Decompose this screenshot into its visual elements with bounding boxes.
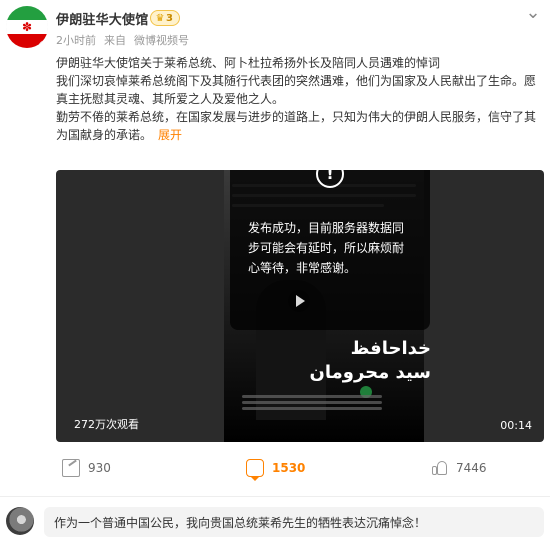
account-name[interactable]: 伊朗驻华大使馆 bbox=[56, 9, 148, 28]
post-time: 2小时前 bbox=[56, 34, 96, 47]
share-button[interactable]: 930 bbox=[62, 452, 111, 484]
comment-text: 作为一个普通中国公民，我向贵国总统莱希先生的牺牲表达沉痛悼念！ bbox=[54, 516, 427, 530]
poster-arabic-line-2: سید محرومان bbox=[309, 362, 431, 383]
poster-footer-line bbox=[242, 401, 382, 404]
like-button[interactable]: 7446 bbox=[430, 452, 487, 484]
post-meta: 2小时前 来自 微博视频号 bbox=[56, 32, 189, 48]
like-count: 7446 bbox=[456, 461, 487, 475]
toast-overlay: ! 发布成功，目前服务器数据同步可能会有延时，所以麻烦耐心等待，非常感谢。 bbox=[230, 170, 430, 330]
toast-message: 发布成功，目前服务器数据同步可能会有延时，所以麻烦耐心等待，非常感谢。 bbox=[248, 221, 405, 275]
divider bbox=[0, 496, 550, 497]
emblem-icon: ✽ bbox=[21, 20, 33, 34]
top-comment: 作为一个普通中国公民，我向贵国总统莱希先生的牺牲表达沉痛悼念！ bbox=[0, 500, 550, 544]
share-icon bbox=[62, 459, 80, 477]
crown-icon: ♛ bbox=[155, 13, 165, 24]
post-source[interactable]: 微博视频号 bbox=[134, 34, 189, 47]
play-icon[interactable] bbox=[288, 290, 310, 312]
poster-footer-line bbox=[242, 395, 382, 398]
more-options-icon[interactable]: ⌄ bbox=[522, 4, 544, 22]
post-line-3-text: 勤劳不倦的莱希总统，在国家发展与进步的道路上，只知为伟大的伊朗人民服务，信守了其… bbox=[56, 110, 537, 142]
account-avatar[interactable]: ✽ ✓ bbox=[6, 6, 48, 48]
post-text: 伊朗驻华大使馆关于莱希总统、阿卜杜拉希扬外长及陪同人员遇难的悼词 我们深切哀悼莱… bbox=[56, 54, 544, 144]
comment-box[interactable]: 作为一个普通中国公民，我向贵国总统莱希先生的牺牲表达沉痛悼念！ bbox=[44, 507, 544, 537]
post-line-3: 勤劳不倦的莱希总统，在国家发展与进步的道路上，只知为伟大的伊朗人民服务，信守了其… bbox=[56, 108, 544, 144]
share-count: 930 bbox=[88, 461, 111, 475]
poster-footer-line bbox=[242, 407, 382, 410]
video-duration: 00:14 bbox=[500, 419, 532, 432]
warning-icon: ! bbox=[316, 170, 344, 188]
post-source-prefix: 来自 bbox=[104, 34, 126, 47]
flag-green-band bbox=[6, 6, 48, 20]
comment-count: 1530 bbox=[272, 461, 306, 475]
post-header: ✽ ✓ 伊朗驻华大使馆 ♛ 3 2小时前 来自 微博视频号 ⌄ bbox=[0, 0, 550, 50]
post-line-2: 我们深切哀悼莱希总统阁下及其随行代表团的突然遇难，他们为国家及人民献出了生命。愿… bbox=[56, 74, 537, 106]
comment-button[interactable]: 1530 bbox=[246, 452, 305, 484]
view-count: 272万次观看 bbox=[74, 418, 139, 431]
member-level: 3 bbox=[166, 13, 173, 24]
poster-arabic-line-1: خداحافظ bbox=[350, 338, 431, 359]
like-icon bbox=[430, 459, 448, 477]
comment-icon bbox=[246, 459, 264, 481]
action-bar: 930 1530 7446 bbox=[0, 452, 550, 484]
post-line-1: 伊朗驻华大使馆关于莱希总统、阿卜杜拉希扬外长及陪同人员遇难的悼词 bbox=[56, 56, 441, 70]
expand-link[interactable]: 展开 bbox=[158, 128, 182, 142]
video-player[interactable]: خداحافظ سید محرومان ! 发布成功，目前服务器数据同步可能会有… bbox=[56, 170, 544, 442]
poster-footer-text bbox=[242, 392, 382, 414]
commenter-avatar[interactable] bbox=[6, 507, 34, 535]
member-badge: ♛ 3 bbox=[150, 10, 180, 26]
